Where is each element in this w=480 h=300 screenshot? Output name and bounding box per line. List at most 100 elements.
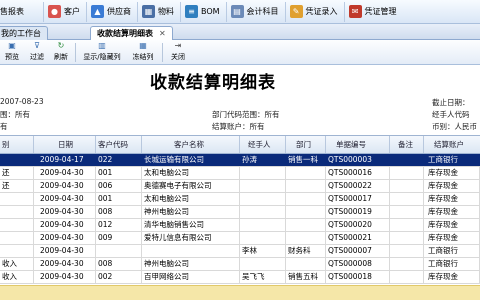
- toolbar-customer-button[interactable]: ● 客户: [44, 1, 87, 22]
- table-row[interactable]: 2009-04-30 009 爱特儿信息有限公司 QTS000021 库存现金: [0, 232, 480, 245]
- freeze-icon: ▦: [139, 41, 147, 50]
- toolbar-divider: [162, 43, 163, 62]
- customer-icon: ●: [48, 5, 61, 18]
- settle-account-filter: 结算账户：所有: [212, 122, 265, 131]
- cell-note: [390, 271, 424, 283]
- report-extra: 有: [0, 122, 8, 131]
- table-header: 别 日期 客户代码 客户名称 经手人 部门 单据编号 备注 结算账户: [0, 135, 480, 154]
- cell-code: 001: [96, 167, 142, 179]
- col-name-header[interactable]: 客户名称: [142, 136, 240, 153]
- freeze-columns-label: 冻结列: [132, 53, 154, 61]
- cell-type: 收入: [0, 258, 34, 270]
- table-row[interactable]: 2009-04-30 001 太和电脑公司 QTS000017 库存现金: [0, 193, 480, 206]
- table-row[interactable]: 收入 2009-04-30 002 百甲网络公司 吴飞飞 销售五科 QTS000018 库存现…: [0, 271, 480, 284]
- tab-workbench[interactable]: 我的工作台: [0, 26, 48, 40]
- toolbar-material-button[interactable]: ▦ 物料: [138, 1, 181, 22]
- cell-account: 库存现金: [424, 271, 480, 283]
- cell-code: [96, 245, 142, 257]
- cell-doc: QTS000021: [326, 232, 390, 244]
- cell-doc: QTS000017: [326, 193, 390, 205]
- toolbar-item-label: 物料: [158, 7, 174, 16]
- cell-handler: [240, 258, 286, 270]
- cell-dept: 销售一科: [286, 154, 326, 166]
- cell-handler: [240, 180, 286, 192]
- show-hide-columns-button[interactable]: ▥ 显示/隐藏列: [79, 41, 125, 64]
- cell-doc: QTS000018: [326, 271, 390, 283]
- cell-doc: QTS000016: [326, 167, 390, 179]
- cell-doc: QTS000022: [326, 180, 390, 192]
- cell-handler: [240, 193, 286, 205]
- col-doc-header[interactable]: 单据编号: [326, 136, 390, 153]
- tab-receipt-settlement[interactable]: 收款结算明细表 ✕: [90, 26, 173, 40]
- cell-type: 收入: [0, 271, 34, 283]
- table-row[interactable]: 还 2009-04-30 006 奥德赛电子有限公司 QTS000022 库存现金: [0, 180, 480, 193]
- close-button[interactable]: ⇥ 关闭: [166, 41, 190, 64]
- cell-dept: 销售五科: [286, 271, 326, 283]
- toolbar-sales-report-button[interactable]: 销售报表: [0, 1, 44, 22]
- toolbar-voucher-entry-button[interactable]: ✎ 凭证录入: [286, 1, 345, 22]
- table-row[interactable]: 2009-04-17 022 长城运输有限公司 孙涛 销售一科 QTS000003 工商银行: [0, 154, 480, 167]
- cell-type: [0, 154, 34, 166]
- cell-code: 009: [96, 232, 142, 244]
- refresh-button[interactable]: ↻ 刷新: [51, 41, 71, 64]
- cell-date: 2009-04-30: [34, 271, 96, 283]
- report-date: 2007-08-23: [0, 97, 44, 106]
- cell-note: [390, 206, 424, 218]
- table-row[interactable]: 收入 2009-04-30 008 神州电脑公司 QTS000008 工商银行: [0, 258, 480, 271]
- cell-handler: [240, 232, 286, 244]
- toolbar-bom-button[interactable]: ≡ BOM: [181, 1, 227, 22]
- table-row[interactable]: 2009-04-30 012 清华电脑销售公司 QTS000020 库存现金: [0, 219, 480, 232]
- preview-button[interactable]: ▣ 预览: [2, 41, 22, 64]
- cell-handler: [240, 219, 286, 231]
- col-handler-header[interactable]: 经手人: [240, 136, 286, 153]
- close-label: 关闭: [171, 53, 185, 61]
- toolbar-account-button[interactable]: ▤ 会计科目: [227, 1, 286, 22]
- cell-name: 爱特儿信息有限公司: [142, 232, 240, 244]
- toolbar-item-label: 销售报表: [0, 7, 24, 16]
- cell-date: 2009-04-30: [34, 206, 96, 218]
- refresh-icon: ↻: [57, 41, 65, 50]
- table-row[interactable]: 还 2009-04-30 001 太和电脑公司 QTS000016 库存现金: [0, 167, 480, 180]
- tab-label: 我的工作台: [1, 29, 41, 38]
- dept-range: 部门代码范围：所有: [212, 110, 280, 119]
- cell-type: [0, 219, 34, 231]
- col-type-header[interactable]: 别: [0, 136, 34, 153]
- col-note-header[interactable]: 备注: [390, 136, 424, 153]
- currency: 币别：人民币: [432, 122, 477, 131]
- toolbar-divider: [75, 43, 76, 62]
- filter-button[interactable]: ⊽ 过滤: [27, 41, 47, 64]
- toolbar-supplier-button[interactable]: ▲ 供应商: [87, 1, 138, 22]
- table-row[interactable]: 2009-04-30 008 神州电脑公司 QTS000019 库存现金: [0, 206, 480, 219]
- refresh-label: 刷新: [54, 53, 68, 61]
- toolbar-item-label: 凭证管理: [364, 7, 397, 16]
- cell-dept: [286, 180, 326, 192]
- col-code-header[interactable]: 客户代码: [96, 136, 142, 153]
- toolbar-item-label: 客户: [64, 7, 80, 16]
- toolbar-item-label: BOM: [201, 7, 220, 16]
- cell-doc: QTS000020: [326, 219, 390, 231]
- table-row[interactable]: 2009-04-30 李林 财务科 QTS000007 工商银行: [0, 245, 480, 258]
- col-dept-header[interactable]: 部门: [286, 136, 326, 153]
- cell-handler: [240, 206, 286, 218]
- cell-type: [0, 206, 34, 218]
- cell-code: 002: [96, 271, 142, 283]
- filter-icon: ⊽: [34, 41, 40, 50]
- cell-type: 还: [0, 167, 34, 179]
- cell-account: 库存现金: [424, 219, 480, 231]
- freeze-columns-button[interactable]: ▦ 冻结列: [128, 41, 158, 64]
- cell-date: 2009-04-30: [34, 232, 96, 244]
- cell-note: [390, 193, 424, 205]
- col-date-header[interactable]: 日期: [34, 136, 96, 153]
- cell-account: 库存现金: [424, 193, 480, 205]
- cell-account: 库存现金: [424, 232, 480, 244]
- toolbar-voucher-manage-button[interactable]: ✉ 凭证管理: [345, 2, 403, 22]
- col-account-header[interactable]: 结算账户: [424, 136, 480, 153]
- customer-range: 围：所有: [0, 110, 30, 119]
- cell-account: 库存现金: [424, 167, 480, 179]
- footer-bar: [0, 285, 480, 300]
- close-icon[interactable]: ✕: [159, 29, 166, 38]
- cell-name: 神州电脑公司: [142, 206, 240, 218]
- cell-code: 001: [96, 193, 142, 205]
- material-icon: ▦: [142, 5, 155, 18]
- cell-date: 2009-04-30: [34, 258, 96, 270]
